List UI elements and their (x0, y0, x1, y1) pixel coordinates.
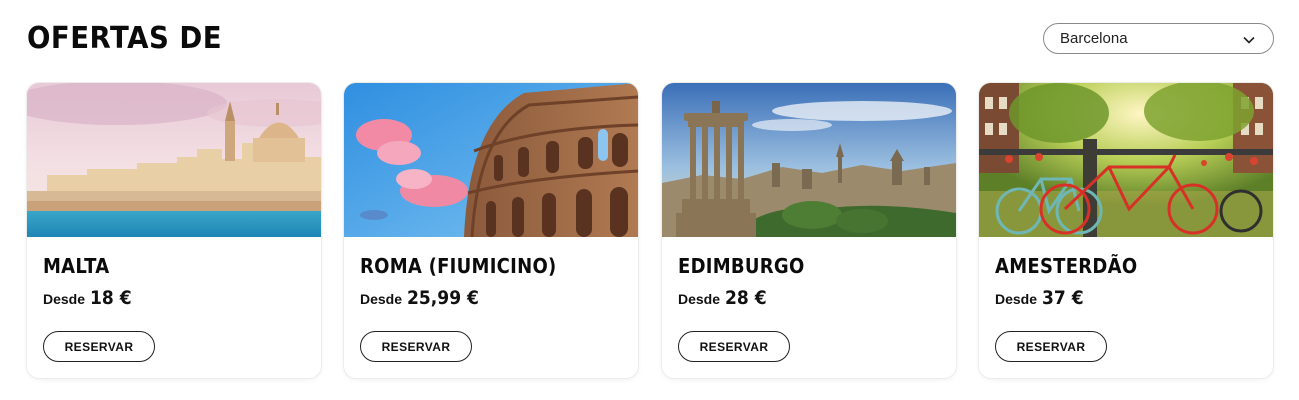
destination-name: MALTA (43, 254, 110, 278)
price-row: Desde 37 € (995, 287, 1088, 309)
price-row: Desde 25,99 € (360, 287, 487, 309)
offer-card-amesterdao[interactable]: AMESTERDÃO Desde 37 € RESERVAR (979, 83, 1273, 378)
reserve-button[interactable]: RESERVAR (678, 331, 790, 362)
destination-name: ROMA (FIUMICINO) (360, 254, 557, 278)
price-prefix: Desde (995, 291, 1038, 307)
price-value: 28 € (725, 287, 767, 309)
price-value: 25,99 € (407, 287, 479, 309)
destination-name: EDIMBURGO (678, 254, 805, 278)
price-prefix: Desde (43, 291, 86, 307)
offers-header: OFERTAS DE Barcelona (27, 20, 1274, 60)
offer-card-malta[interactable]: MALTA Desde 18 € RESERVAR (27, 83, 321, 378)
offer-card-roma[interactable]: ROMA (FIUMICINO) Desde 25,99 € RESERVAR (344, 83, 638, 378)
origin-city-value: Barcelona (1060, 30, 1128, 47)
chevron-down-icon (1243, 29, 1255, 48)
price-value: 18 € (90, 287, 132, 309)
page-title: OFERTAS DE (27, 21, 223, 56)
edinburgh-calton-hill-photo (662, 83, 956, 237)
reserve-button[interactable]: RESERVAR (360, 331, 472, 362)
price-prefix: Desde (678, 291, 721, 307)
price-value: 37 € (1042, 287, 1084, 309)
colosseum-photo (344, 83, 638, 237)
price-row: Desde 28 € (678, 287, 771, 309)
reserve-button[interactable]: RESERVAR (43, 331, 155, 362)
price-row: Desde 18 € (43, 287, 136, 309)
valletta-skyline-photo (27, 83, 321, 237)
offer-card-edimburgo[interactable]: EDIMBURGO Desde 28 € RESERVAR (662, 83, 956, 378)
destination-name: AMESTERDÃO (995, 254, 1138, 278)
reserve-button[interactable]: RESERVAR (995, 331, 1107, 362)
offers-list: MALTA Desde 18 € RESERVAR ROMA (FIUMICIN… (27, 83, 1274, 378)
price-prefix: Desde (360, 291, 403, 307)
origin-city-select[interactable]: Barcelona (1043, 23, 1274, 54)
amsterdam-bicycles-photo (979, 83, 1273, 237)
